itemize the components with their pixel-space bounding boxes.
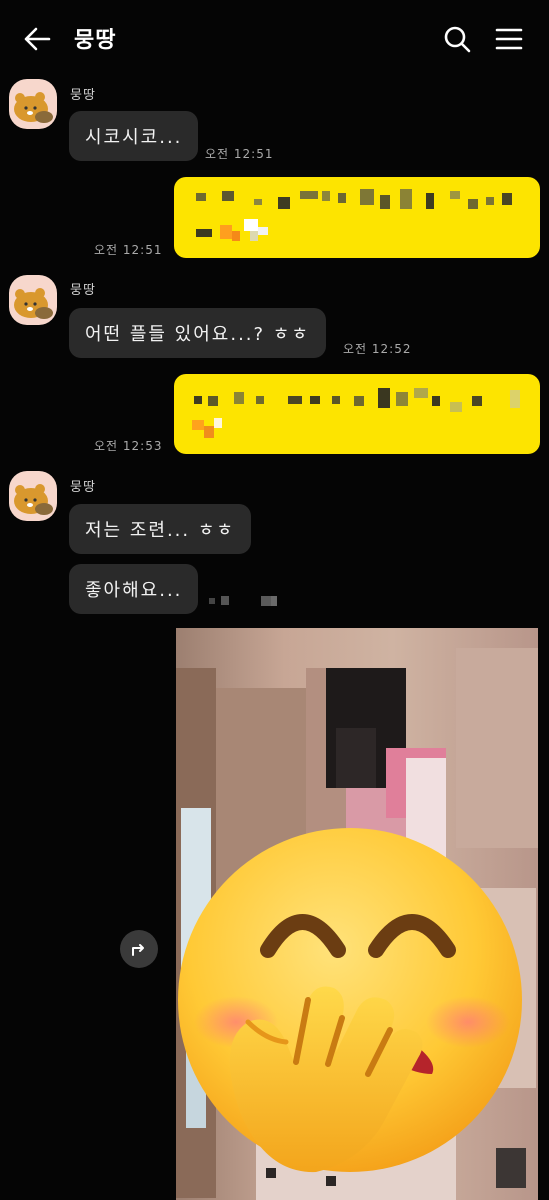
message-bubble[interactable]: 시코시코... (69, 111, 199, 161)
message-bubble[interactable]: 좋아해요... (69, 564, 199, 614)
message-bubble[interactable]: 저는 조련... ㅎㅎ (69, 504, 251, 554)
chat-title: 뭉땅 (74, 28, 117, 53)
photo-message[interactable] (176, 628, 538, 1200)
chat-header: 뭉땅 (0, 0, 549, 78)
menu-button[interactable] (490, 20, 528, 58)
face-with-hand-over-mouth-icon (178, 828, 522, 1173)
blurred-timestamp (205, 594, 285, 608)
message-bubble[interactable]: 어떤 플들 있어요...? ㅎㅎ (69, 308, 326, 358)
sender-name: 뭉땅 (70, 88, 96, 103)
hamburger-menu-icon (495, 28, 523, 50)
back-button[interactable] (18, 20, 56, 58)
message-time: 오전 12:51 (94, 243, 163, 257)
search-button[interactable] (438, 20, 476, 58)
share-button[interactable] (120, 930, 158, 968)
search-icon (444, 26, 471, 53)
message-time: 오전 12:53 (94, 439, 163, 453)
message-time: 오전 12:51 (205, 147, 274, 161)
share-arrow-icon (132, 944, 144, 956)
bear-character-icon (14, 288, 53, 319)
avatar[interactable] (9, 471, 57, 521)
arrow-left-icon (24, 27, 51, 51)
bear-character-icon (14, 92, 53, 123)
avatar[interactable] (9, 79, 57, 129)
outgoing-message-bubble[interactable] (174, 177, 540, 258)
sender-name: 뭉땅 (70, 283, 96, 298)
message-time: 오전 12:52 (343, 342, 412, 356)
bear-character-icon (14, 484, 53, 515)
sender-name: 뭉땅 (70, 480, 96, 495)
outgoing-message-bubble[interactable] (174, 374, 540, 454)
avatar[interactable] (9, 275, 57, 325)
